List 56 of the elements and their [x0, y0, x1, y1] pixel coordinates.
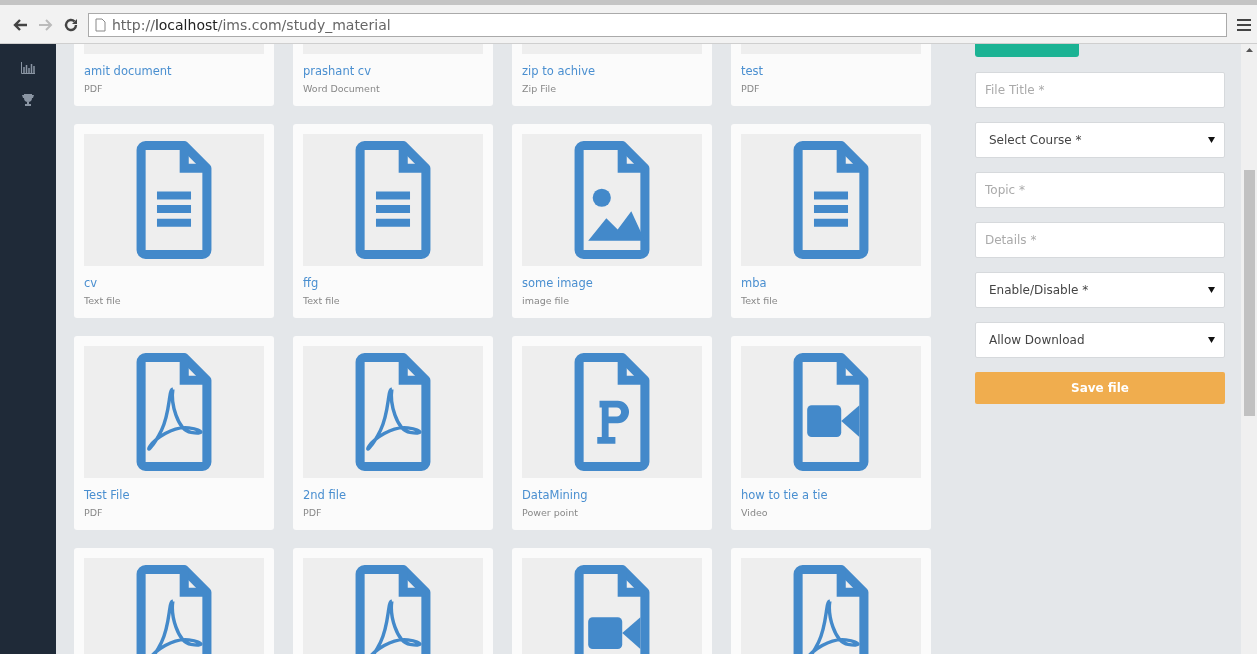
save-button[interactable]: Save file [975, 372, 1225, 404]
file-card[interactable]: prashant cv Word Document [293, 44, 493, 106]
menu-icon[interactable] [1237, 19, 1251, 31]
text-field[interactable]: Details * [975, 222, 1225, 258]
file-type: PDF [84, 82, 104, 96]
select-field[interactable]: Allow Download [975, 322, 1225, 358]
select-field[interactable]: Enable/Disable * [975, 272, 1225, 308]
file-type: Word Document [303, 82, 381, 96]
file-type: Zip File [522, 82, 558, 96]
file-name-link[interactable]: mba [741, 275, 767, 293]
file-name-link[interactable]: prashant cv [303, 63, 371, 81]
file-type: Power point [522, 506, 579, 520]
file-card[interactable]: DataMining Power point [512, 336, 712, 530]
file-type: PDF [741, 82, 761, 96]
file-name-link[interactable]: zip to achive [522, 63, 596, 81]
chart-icon[interactable] [21, 62, 35, 74]
back-button[interactable] [12, 18, 28, 32]
scroll-up-icon[interactable] [1245, 48, 1253, 52]
file-name-link[interactable]: cv [84, 275, 98, 293]
file-name-link[interactable]: how to tie a tie [741, 487, 828, 505]
file-type: image file [522, 294, 571, 308]
file-card[interactable]: amit document PDF [74, 44, 274, 106]
file-card[interactable]: ffg Text file [293, 124, 493, 318]
scrollbar-thumb[interactable] [1244, 170, 1255, 416]
select-field[interactable]: Select Course * [975, 122, 1225, 158]
file-card[interactable]: Test File PDF [74, 336, 274, 530]
file-card[interactable]: mba Text file [731, 124, 931, 318]
file-name-link[interactable]: ffg [303, 275, 319, 293]
text-field[interactable]: Topic * [975, 172, 1225, 208]
file-card[interactable]: cv Text file [74, 124, 274, 318]
file-type: Text file [741, 294, 779, 308]
file-name-link[interactable]: amit document [84, 63, 172, 81]
file-name-link[interactable]: 2nd file [303, 487, 347, 505]
file-type: Text file [303, 294, 341, 308]
file-card[interactable]: some image image file [512, 124, 712, 318]
address-bar[interactable]: http://localhost/ims.com/study_material [88, 13, 1227, 37]
caret-icon [1208, 137, 1215, 143]
file-name-link[interactable]: Test File [84, 487, 130, 505]
file-type: PDF [84, 506, 104, 520]
text-field[interactable]: File Title * [975, 72, 1225, 108]
file-type: Video [741, 506, 769, 520]
trophy-icon[interactable] [22, 94, 34, 106]
file-name-link[interactable]: some image [522, 275, 593, 293]
file-type: Text file [84, 294, 122, 308]
caret-icon [1208, 287, 1215, 293]
file-card[interactable]: test PDF [731, 44, 931, 106]
page-icon [95, 18, 106, 32]
file-card[interactable]: 2nd file PDF [293, 336, 493, 530]
file-card[interactable]: zip to achive Zip File [512, 44, 712, 106]
file-card[interactable]: how to tie a tie Video [731, 336, 931, 530]
reload-button[interactable] [64, 18, 78, 32]
file-type: PDF [303, 506, 323, 520]
file-name-link[interactable]: test [741, 63, 764, 81]
scrollbar[interactable] [1241, 44, 1257, 654]
caret-icon [1208, 337, 1215, 343]
file-name-link[interactable]: DataMining [522, 487, 588, 505]
